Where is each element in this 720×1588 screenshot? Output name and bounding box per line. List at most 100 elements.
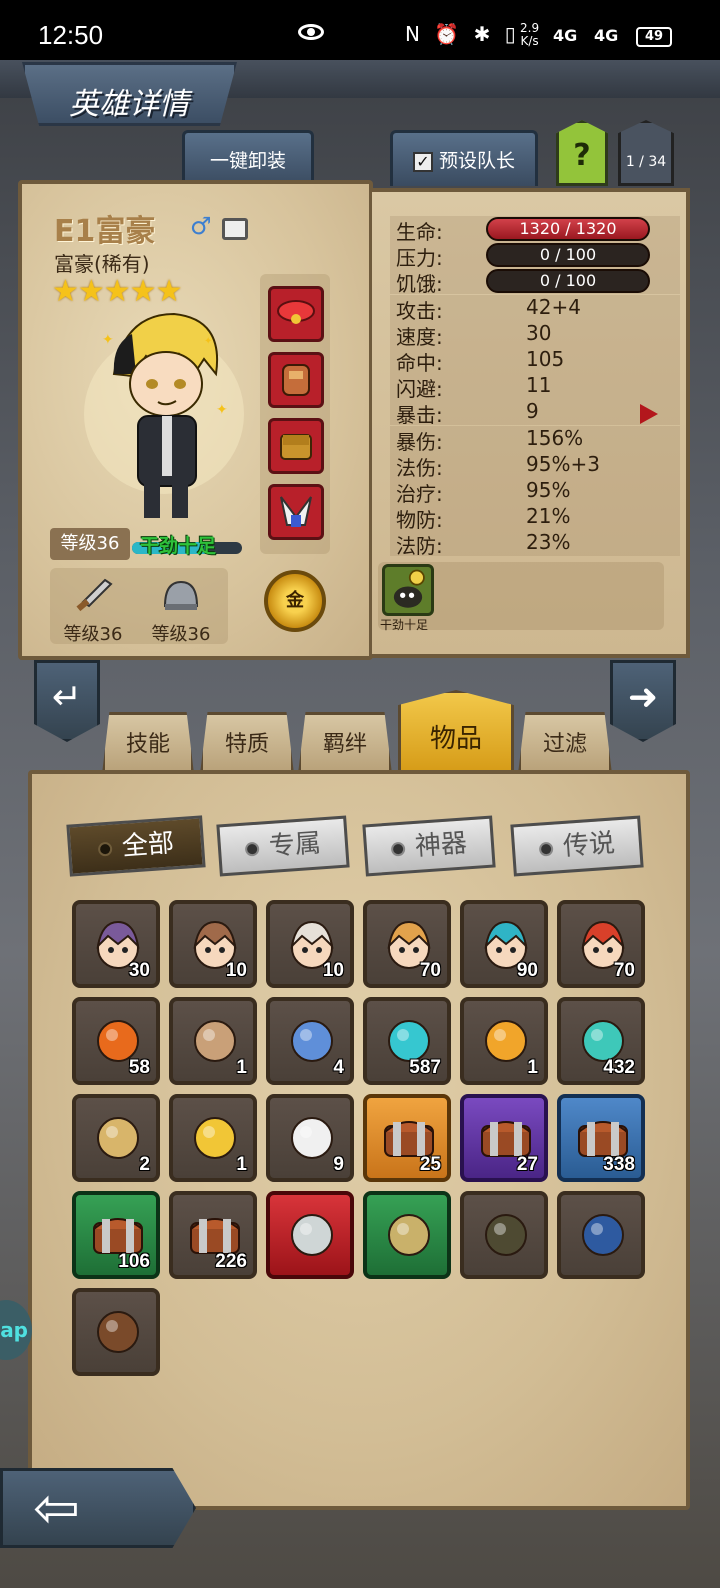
status-icons: N ⏰ ✱ ▯ bbox=[405, 22, 520, 46]
stat-row: 暴击: 9 bbox=[390, 399, 680, 427]
inventory-slot[interactable]: 9 bbox=[266, 1094, 354, 1182]
stat-row: 闪避: 11 bbox=[390, 373, 680, 401]
trait-box: 干劲十足 bbox=[378, 562, 664, 632]
armor-gear[interactable]: 等级36 bbox=[146, 576, 216, 646]
wooden-shield-icon bbox=[97, 1311, 139, 1353]
inventory-slot[interactable]: 30 bbox=[72, 900, 160, 988]
inventory-slot[interactable]: 1 bbox=[169, 997, 257, 1085]
inventory-slot[interactable]: 1 bbox=[169, 1094, 257, 1182]
item-quantity: 27 bbox=[516, 1154, 538, 1175]
inventory-slot[interactable]: 27 bbox=[460, 1094, 548, 1182]
stats-panel: 生命: 1320 / 1320 压力: 0 / 100 饥饿: 0 / 100 攻击: 42+… bbox=[372, 188, 690, 658]
inventory-slot[interactable] bbox=[363, 1191, 451, 1279]
inventory-slot[interactable]: 338 bbox=[557, 1094, 645, 1182]
equip-slot-armor[interactable] bbox=[268, 352, 324, 408]
weapon-gear[interactable]: 等级36 bbox=[58, 576, 128, 646]
trident-icon bbox=[291, 1214, 333, 1256]
stat-value: 30 bbox=[526, 320, 552, 345]
title-banner: 英雄详情 bbox=[22, 62, 237, 126]
stat-row: 生命: 1320 / 1320 bbox=[390, 216, 680, 244]
tab-traits[interactable]: 特质 bbox=[200, 712, 294, 774]
inventory-slot[interactable] bbox=[72, 1288, 160, 1376]
stat-bar: 0 / 100 bbox=[486, 269, 650, 294]
item-quantity: 9 bbox=[333, 1154, 344, 1175]
stat-label: 法伤: bbox=[396, 455, 443, 480]
checkbox-icon[interactable]: ✓ bbox=[412, 151, 433, 172]
signal-icon-2: 4G bbox=[594, 26, 619, 45]
stat-value: 105 bbox=[526, 347, 565, 371]
item-quantity: 10 bbox=[225, 960, 247, 981]
inventory-slot[interactable]: 432 bbox=[557, 997, 645, 1085]
winged-boots-icon bbox=[280, 496, 312, 527]
item-quantity: 4 bbox=[333, 1057, 344, 1078]
stat-label: 压力: bbox=[396, 246, 443, 271]
hero-name: E1富豪 bbox=[54, 214, 156, 249]
inventory-slot[interactable] bbox=[460, 1191, 548, 1279]
inventory-slot[interactable]: 2 bbox=[72, 1094, 160, 1182]
inventory-slot[interactable]: 587 bbox=[363, 997, 451, 1085]
help-button[interactable]: ? bbox=[556, 120, 608, 186]
gear-levels-box: 等级36 等级36 bbox=[50, 568, 228, 646]
more-stats-arrow-icon[interactable] bbox=[640, 404, 658, 424]
edit-name-icon[interactable] bbox=[222, 218, 248, 240]
stat-value: 42+4 bbox=[526, 294, 581, 319]
inventory-slot[interactable] bbox=[557, 1191, 645, 1279]
filter-all-label: 全部 bbox=[120, 828, 175, 862]
network-speed-value: 2.9 bbox=[520, 21, 540, 35]
status-bar: 12:50 N ⏰ ✱ ▯ 2.9 K/s 4G 4G 49 bbox=[0, 0, 720, 60]
stat-label: 命中: bbox=[396, 351, 443, 375]
inventory-slot[interactable]: 70 bbox=[363, 900, 451, 988]
inventory-slot[interactable]: 1 bbox=[460, 997, 548, 1085]
filter-exclusive[interactable]: 专属 bbox=[216, 815, 350, 877]
next-hero-button[interactable]: ➜ bbox=[610, 660, 676, 742]
filter-artifact[interactable]: 神器 bbox=[362, 815, 496, 877]
stat-label: 生命: bbox=[396, 220, 443, 244]
equip-slot-accessory[interactable] bbox=[268, 286, 324, 342]
back-button[interactable]: ⇦ bbox=[0, 1468, 196, 1548]
collar-icon bbox=[277, 300, 315, 324]
jade-ring-icon bbox=[388, 1214, 430, 1256]
previous-hero-button[interactable]: ↵ bbox=[34, 660, 100, 742]
stat-bar: 1320 / 1320 bbox=[486, 217, 650, 241]
tab-skills[interactable]: 技能 bbox=[102, 712, 194, 774]
inventory-slot[interactable]: 90 bbox=[460, 900, 548, 988]
unequip-all-button[interactable]: 一键卸装 bbox=[182, 130, 314, 186]
item-quantity: 1 bbox=[236, 1057, 247, 1078]
stat-value: 156% bbox=[526, 425, 584, 450]
item-quantity: 58 bbox=[128, 1057, 150, 1078]
sword-icon bbox=[76, 578, 113, 612]
inventory-slot[interactable]: 4 bbox=[266, 997, 354, 1085]
hero-panel: E1富豪 ♂ 富豪(稀有) ★★★★★ ✦ ✦ ✦ 等级36 干劲十足 等级36… bbox=[18, 180, 373, 660]
gold-badge[interactable]: 金 bbox=[264, 570, 326, 632]
item-quantity: 30 bbox=[128, 960, 150, 981]
equip-slot-boots[interactable] bbox=[268, 484, 324, 540]
equip-slot-bag[interactable] bbox=[268, 418, 324, 474]
filter-legendary[interactable]: 传说 bbox=[510, 815, 644, 877]
tab-filter[interactable]: 过滤 bbox=[518, 712, 612, 774]
stat-row: 法伤: 95%+3 bbox=[390, 451, 680, 480]
item-quantity: 587 bbox=[409, 1057, 441, 1078]
item-quantity: 10 bbox=[322, 960, 344, 981]
stat-row: 速度: 30 bbox=[390, 320, 680, 349]
inventory-slot[interactable]: 58 bbox=[72, 997, 160, 1085]
preset-captain-label: 预设队长 bbox=[438, 150, 515, 172]
tab-bonds[interactable]: 羁绊 bbox=[298, 712, 392, 774]
equipment-column bbox=[260, 274, 330, 554]
spellbook-icon bbox=[582, 1214, 624, 1256]
armor-icon bbox=[282, 364, 310, 396]
eye-icon bbox=[298, 24, 324, 40]
stat-row: 物防: 21% bbox=[390, 504, 680, 532]
tab-items[interactable]: 物品 bbox=[398, 690, 514, 774]
inventory-panel: 全部 专属 神器 传说 30 10 10 70 90 70 58 1 4 587 1 432 2 1 9 25… bbox=[28, 770, 690, 1510]
inventory-slot[interactable]: 226 bbox=[169, 1191, 257, 1279]
inventory-slot[interactable]: 25 bbox=[363, 1094, 451, 1182]
inventory-slot[interactable]: 10 bbox=[266, 900, 354, 988]
filter-all[interactable]: 全部 bbox=[66, 815, 206, 877]
preset-captain-button[interactable]: ✓ 预设队长 bbox=[390, 130, 538, 186]
inventory-slot[interactable]: 70 bbox=[557, 900, 645, 988]
inventory-slot[interactable]: 106 bbox=[72, 1191, 160, 1279]
energetic-trait-icon[interactable] bbox=[382, 564, 434, 616]
inventory-slot[interactable] bbox=[266, 1191, 354, 1279]
stat-row: 命中: 105 bbox=[390, 347, 680, 375]
inventory-slot[interactable]: 10 bbox=[169, 900, 257, 988]
